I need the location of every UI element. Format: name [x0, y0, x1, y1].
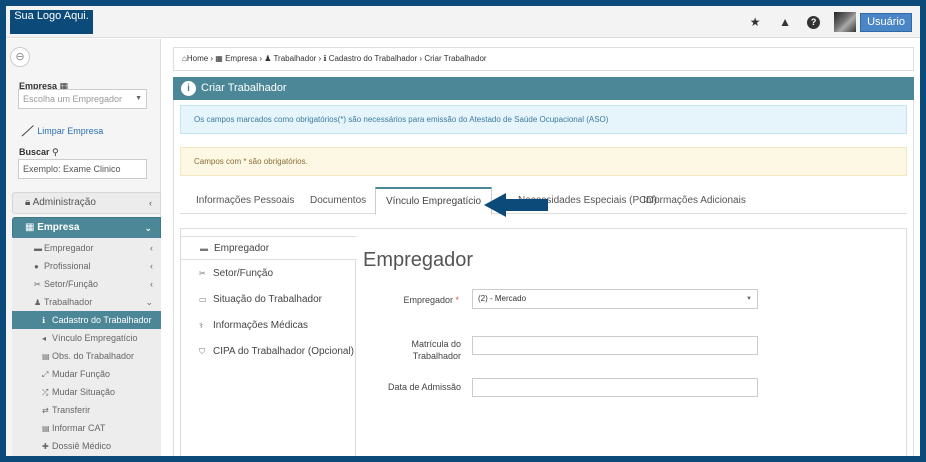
file-icon: ▤ — [42, 352, 50, 361]
top-bar: Sua Logo Aqui. ★ ▲ ? Usuário — [6, 6, 920, 38]
building-icon: ▦ — [215, 54, 223, 63]
sidebar-item-transferir[interactable]: ⇄ Transferir — [12, 401, 161, 419]
vnav-item-cipa[interactable]: ⛉ CIPA do Trabalhador (Opcional) — [180, 340, 356, 364]
tab-informacoes-adicionais[interactable]: Informações Adicionais — [643, 187, 746, 214]
chevron-down-icon: ⌄ — [145, 297, 153, 307]
briefcase-icon: ▬ — [34, 244, 42, 253]
vertical-nav: ▬ Empregador ✂ Setor/Função ▭ Situação do T… — [180, 236, 357, 456]
form-title: Empregador — [363, 249, 474, 271]
vnav-item-info-medicas[interactable]: ⚕ Informações Médicas — [180, 314, 356, 338]
breadcrumb-empresa[interactable]: Empresa — [225, 54, 257, 63]
vnav-item-situacao[interactable]: ▭ Situação do Trabalhador — [180, 288, 356, 312]
file-icon: ▤ — [42, 424, 50, 433]
info-icon: i — [181, 81, 196, 96]
caret-down-icon: ▼ — [135, 95, 142, 102]
matricula-input[interactable] — [472, 336, 758, 355]
search-icon: ⚲ — [52, 147, 59, 157]
exchange-icon: ⇄ — [42, 406, 49, 415]
stethoscope-icon: ⚕ — [199, 321, 204, 330]
sidebar: ⊖ Empresa ▦ Escolha um Empregador ▼ ╱ Lim… — [6, 39, 161, 456]
info-alert: Os campos marcados como obrigatórios(*) … — [180, 105, 907, 134]
sidebar-item-mudar-funcao[interactable]: ⤢ Mudar Função — [12, 365, 161, 383]
sidebar-item-empregador[interactable]: ▬ Empregador ‹ — [12, 239, 161, 257]
laptop-icon: ▭ — [199, 295, 207, 304]
sidebar-item-mudar-situacao[interactable]: ⤮ Mudar Situação — [12, 383, 161, 401]
star-icon[interactable]: ★ — [747, 14, 763, 30]
chevron-left-icon: ‹ — [150, 261, 153, 271]
matricula-label: Matrícula do Trabalhador — [411, 339, 461, 361]
empresa-select[interactable]: Escolha um Empregador ▼ — [18, 89, 147, 109]
warning-alert: Campos com * são obrigatórios. — [180, 147, 907, 176]
sidebar-item-informar-cat[interactable]: ▤ Informar CAT — [12, 419, 161, 437]
logo[interactable]: Sua Logo Aqui. — [10, 10, 93, 34]
shield-icon: ⛉ — [199, 347, 205, 356]
search-input[interactable]: Exemplo: Exame Clinico — [18, 159, 147, 179]
expand-icon: ⤢ — [42, 370, 49, 379]
warning-icon[interactable]: ▲ — [777, 14, 793, 30]
search-label: Buscar ⚲ — [19, 147, 59, 157]
breadcrumb-trabalhador[interactable]: Trabalhador — [273, 54, 316, 63]
top-actions: ★ ▲ ? Usuário — [747, 11, 912, 33]
caret-down-icon: ▼ — [746, 296, 752, 302]
person-icon: ♟ — [34, 298, 42, 307]
tab-informacoes-pessoais[interactable]: Informações Pessoais — [196, 187, 294, 214]
collapse-sidebar-button[interactable]: ⊖ — [10, 47, 30, 67]
empregador-label: Empregador * — [403, 295, 459, 305]
lock-icon: 🔒︎ — [25, 197, 31, 208]
info-icon: ℹ — [42, 316, 46, 325]
breadcrumb: ⌂Home › ▦ Empresa › ♟ Trabalhador › ℹ Ca… — [173, 47, 914, 71]
sidebar-item-profissional[interactable]: ● Profissional ‹ — [12, 257, 161, 275]
breadcrumb-current: Criar Trabalhador — [424, 54, 487, 63]
shuffle-icon: ⤮ — [42, 388, 49, 397]
info-icon: ℹ — [323, 54, 327, 63]
annotation-arrow-icon — [484, 193, 548, 217]
avatar[interactable] — [834, 12, 857, 32]
volume-icon: ◂ — [42, 334, 47, 343]
submenu-empresa: ▬ Empregador ‹ ● Profissional ‹ ✂ Setor/Funçã… — [12, 238, 161, 456]
user-menu-button[interactable]: Usuário — [860, 12, 912, 32]
vnav-item-empregador[interactable]: ▬ Empregador — [180, 236, 357, 260]
panel-header: i Criar Trabalhador — [173, 77, 914, 100]
chevron-left-icon: ‹ — [149, 198, 152, 208]
menu-group-empresa[interactable]: ▦ Empresa ⌄ — [12, 217, 161, 239]
empregador-select[interactable]: (2) - Mercado ▼ — [472, 289, 758, 309]
user-icon: ● — [34, 262, 39, 271]
chevron-down-icon: ⌄ — [144, 223, 152, 233]
app-window: Sua Logo Aqui. ★ ▲ ? Usuário ⊖ Empresa ▦… — [6, 6, 920, 456]
sidebar-item-dossie-medico[interactable]: ✚ Dossiê Médico — [12, 437, 161, 455]
clear-empresa-link[interactable]: ╱ Limpar Empresa — [21, 123, 103, 139]
wrench-icon: ✂ — [199, 269, 206, 278]
help-icon[interactable]: ? — [807, 15, 821, 29]
sidebar-item-setor-funcao[interactable]: ✂ Setor/Função ‹ — [12, 275, 161, 293]
tab-vinculo-empregaticio[interactable]: Vínculo Empregatício — [375, 187, 493, 215]
briefcase-icon: ▬ — [200, 244, 208, 253]
wrench-icon: ✂ — [34, 280, 41, 289]
sidebar-item-trabalhador[interactable]: ♟ Trabalhador ⌄ — [12, 293, 161, 311]
breadcrumb-cadastro[interactable]: Cadastro do Trabalhador — [329, 54, 418, 63]
chevron-left-icon: ‹ — [150, 279, 153, 289]
chevron-left-icon: ‹ — [150, 243, 153, 253]
menu-group-administracao[interactable]: 🔒︎ Administração ‹ — [12, 192, 161, 214]
sidebar-item-obs-trabalhador[interactable]: ▤ Obs. do Trabalhador — [12, 347, 161, 365]
vnav-item-setor-funcao[interactable]: ✂ Setor/Função — [180, 262, 356, 286]
building-icon: ▦ — [25, 222, 35, 233]
sidebar-item-cadastro-trabalhador[interactable]: ℹ Cadastro do Trabalhador — [12, 311, 161, 329]
breadcrumb-home[interactable]: Home — [187, 54, 208, 63]
admissao-label: Data de Admissão — [387, 382, 461, 392]
eraser-icon: ╱ — [21, 123, 34, 139]
admissao-input[interactable] — [472, 378, 758, 397]
tab-documentos[interactable]: Documentos — [310, 187, 366, 214]
page-title: Criar Trabalhador — [201, 82, 287, 94]
medical-icon: ✚ — [42, 442, 49, 451]
person-icon: ♟ — [264, 54, 272, 63]
sidebar-item-vinculo-empregaticio[interactable]: ◂ Vínculo Empregatício — [12, 329, 161, 347]
